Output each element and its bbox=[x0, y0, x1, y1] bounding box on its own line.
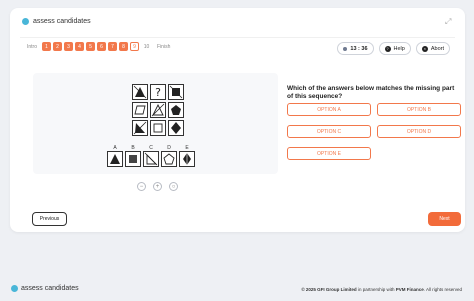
nav-step-10[interactable]: 10 bbox=[141, 42, 152, 51]
footer-logo: assess candidates bbox=[11, 285, 79, 292]
option-e-button[interactable]: OPTION E bbox=[287, 147, 371, 160]
nav-step-2[interactable]: 2 bbox=[53, 42, 63, 51]
partner-prefix: in partnership with bbox=[356, 287, 396, 292]
rights-text: . All rights reserved bbox=[423, 287, 462, 292]
grid-cell bbox=[168, 120, 184, 136]
timer-value: 13 : 36 bbox=[350, 45, 368, 52]
answer-c: C bbox=[143, 145, 159, 167]
puzzle-panel: ? A B C D E bbox=[33, 73, 278, 174]
zoom-reset-icon[interactable]: ○ bbox=[169, 182, 178, 191]
option-b-button[interactable]: OPTION B bbox=[377, 103, 461, 116]
zoom-out-icon[interactable]: − bbox=[137, 182, 146, 191]
option-a-button[interactable]: OPTION A bbox=[287, 103, 371, 116]
abort-button[interactable]: × Abort bbox=[415, 42, 450, 55]
answer-options: OPTION A OPTION B OPTION C OPTION D OPTI… bbox=[287, 103, 461, 160]
nav-intro[interactable]: Intro bbox=[27, 44, 37, 50]
next-button[interactable]: Next bbox=[428, 212, 461, 226]
footer-copyright: © 2025 GFI Group Limited in partnership … bbox=[301, 287, 462, 292]
answer-box bbox=[143, 151, 159, 167]
abort-label: Abort bbox=[430, 45, 444, 52]
grid-cell bbox=[150, 120, 166, 136]
answer-box bbox=[107, 151, 123, 167]
footer-brand-name: assess candidates bbox=[21, 285, 79, 292]
answer-box bbox=[125, 151, 141, 167]
sequence-grid: ? bbox=[132, 84, 184, 136]
logo-icon bbox=[11, 285, 18, 292]
nav-finish[interactable]: Finish bbox=[157, 44, 170, 50]
answer-box bbox=[161, 151, 177, 167]
grid-cell bbox=[132, 120, 148, 136]
expand-icon[interactable]: ⤢ bbox=[445, 18, 453, 26]
option-d-button[interactable]: OPTION D bbox=[377, 125, 461, 138]
nav-step-1[interactable]: 1 bbox=[42, 42, 52, 51]
nav-step-3[interactable]: 3 bbox=[64, 42, 74, 51]
answer-choices: A B C D E bbox=[107, 145, 195, 167]
partner-name: PVM Finance bbox=[395, 287, 424, 292]
nav-step-8[interactable]: 8 bbox=[119, 42, 129, 51]
previous-button[interactable]: Previous bbox=[32, 212, 67, 226]
zoom-in-icon[interactable]: + bbox=[153, 182, 162, 191]
grid-cell bbox=[132, 84, 148, 100]
brand-logo: assess candidates bbox=[22, 18, 91, 25]
answer-d: D bbox=[161, 145, 177, 167]
option-c-button[interactable]: OPTION C bbox=[287, 125, 371, 138]
help-label: Help bbox=[393, 45, 405, 52]
nav-step-5[interactable]: 5 bbox=[86, 42, 96, 51]
nav-step-6[interactable]: 6 bbox=[97, 42, 107, 51]
answer-b: B bbox=[125, 145, 141, 167]
timer: 13 : 36 bbox=[337, 42, 374, 55]
header-divider bbox=[20, 37, 455, 38]
grid-cell bbox=[168, 102, 184, 118]
nav-step-7[interactable]: 7 bbox=[108, 42, 118, 51]
question-icon: ? bbox=[384, 45, 391, 52]
grid-cell bbox=[132, 102, 148, 118]
missing-cell: ? bbox=[150, 84, 166, 100]
question-text: Which of the answers below matches the m… bbox=[287, 85, 455, 100]
zoom-controls: − + ○ bbox=[137, 182, 178, 191]
svg-text:?: ? bbox=[155, 86, 161, 99]
close-icon: × bbox=[421, 45, 428, 52]
answer-e: E bbox=[179, 145, 195, 167]
answer-box bbox=[179, 151, 195, 167]
grid-cell bbox=[168, 84, 184, 100]
question-nav: Intro 1 2 3 4 5 6 7 8 9 10 Finish bbox=[27, 42, 170, 51]
test-controls: 13 : 36 ? Help × Abort bbox=[337, 42, 450, 55]
answer-a: A bbox=[107, 145, 123, 167]
brand-name: assess candidates bbox=[33, 18, 91, 25]
nav-step-4[interactable]: 4 bbox=[75, 42, 85, 51]
help-button[interactable]: ? Help bbox=[378, 42, 411, 55]
grid-cell bbox=[150, 102, 166, 118]
logo-icon bbox=[22, 18, 29, 25]
timer-icon bbox=[343, 46, 348, 51]
copyright-text: © 2025 GFI Group Limited bbox=[301, 287, 357, 292]
nav-step-9[interactable]: 9 bbox=[130, 42, 140, 51]
test-card: assess candidates ⤢ Intro 1 2 3 4 5 6 7 … bbox=[10, 8, 465, 232]
